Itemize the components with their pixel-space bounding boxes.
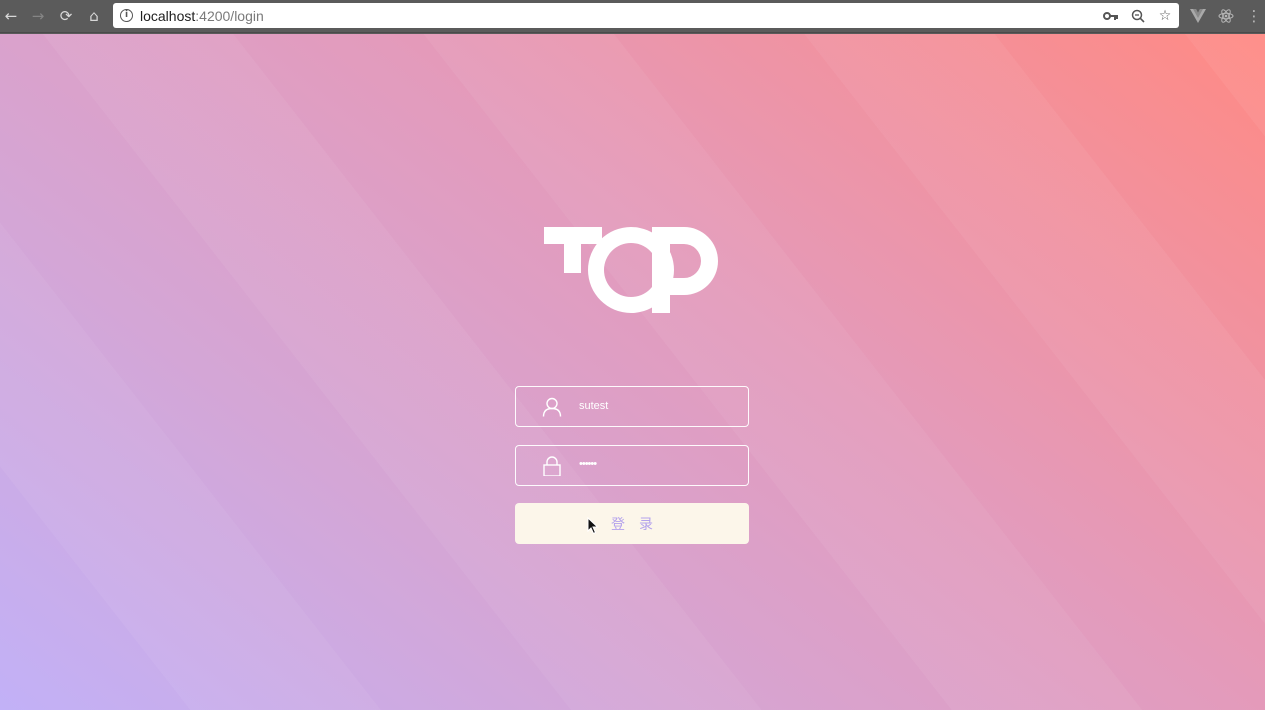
top-logo bbox=[544, 227, 718, 313]
home-icon[interactable]: ⌂ bbox=[83, 5, 105, 27]
browser-toolbar: ← → ⟳ ⌂ i localhost:4200/login ☆ ⋮ bbox=[0, 0, 1265, 33]
vue-devtools-icon[interactable] bbox=[1187, 5, 1209, 27]
login-button[interactable]: 登录 bbox=[515, 503, 749, 544]
username-field[interactable]: sutest bbox=[515, 386, 749, 427]
key-icon[interactable] bbox=[1101, 6, 1121, 26]
password-value: •••••• bbox=[579, 458, 597, 470]
reload-icon[interactable]: ⟳ bbox=[55, 5, 77, 27]
zoom-icon[interactable] bbox=[1128, 6, 1148, 26]
background-stripes bbox=[0, 34, 1265, 710]
login-page: sutest •••••• 登录 bbox=[0, 34, 1265, 710]
url-text[interactable]: localhost:4200/login bbox=[140, 8, 264, 24]
bookmark-star-icon[interactable]: ☆ bbox=[1155, 6, 1175, 26]
react-devtools-icon[interactable] bbox=[1215, 5, 1237, 27]
menu-kebab-icon[interactable]: ⋮ bbox=[1243, 5, 1265, 27]
username-value: sutest bbox=[579, 400, 609, 412]
login-button-label: 登录 bbox=[611, 516, 667, 533]
user-icon bbox=[542, 397, 562, 417]
back-arrow-icon[interactable]: ← bbox=[0, 5, 22, 27]
lock-icon bbox=[543, 456, 561, 476]
password-field[interactable]: •••••• bbox=[515, 445, 749, 486]
forward-arrow-icon[interactable]: → bbox=[27, 5, 49, 27]
info-icon[interactable]: i bbox=[120, 9, 133, 22]
mouse-cursor-icon bbox=[587, 517, 599, 535]
address-bar[interactable]: i localhost:4200/login ☆ bbox=[113, 3, 1179, 28]
